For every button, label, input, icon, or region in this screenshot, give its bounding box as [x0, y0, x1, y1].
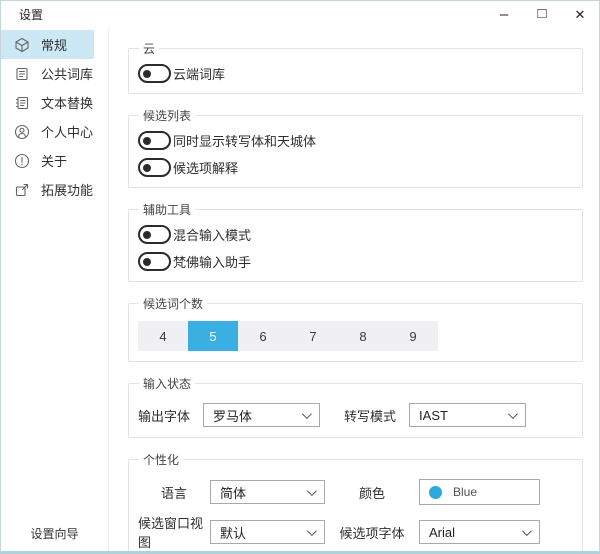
chevron-down-icon	[507, 409, 518, 420]
toggle-label: 候选项解释	[173, 161, 239, 176]
chevron-down-icon	[306, 486, 317, 497]
section-legend: 输入状态	[143, 377, 192, 391]
sidebar: 常规 公共词库 文本替换 个人中心 关于 拓展功能 设置向导	[1, 28, 109, 551]
toggle-label: 混合输入模式	[173, 228, 252, 243]
maximize-icon: □	[537, 5, 547, 22]
show-transliteration-devanagari-toggle[interactable]	[138, 131, 171, 150]
minimize-icon: –	[499, 6, 509, 23]
toggle-label: 梵佛输入助手	[173, 255, 252, 270]
cloud-dictionary-toggle[interactable]	[138, 64, 171, 83]
transliteration-mode-select[interactable]: IAST	[409, 403, 527, 427]
personalization-row: 候选窗口视图 默认 候选项字体 Arial	[138, 513, 572, 551]
sidebar-item-label: 拓展功能	[41, 183, 94, 198]
candidate-count-option[interactable]: 9	[388, 321, 438, 351]
section-legend: 个性化	[143, 453, 180, 467]
sidebar-item-label: 关于	[41, 154, 68, 169]
candidate-window-view-select[interactable]: 默认	[210, 520, 325, 544]
candidate-count-option[interactable]: 4	[138, 321, 188, 351]
language-value: 简体	[220, 485, 247, 501]
candidate-explanation-toggle[interactable]	[138, 158, 171, 177]
section-personalization: 个性化 语言 简体 颜色 Blue 候选窗口视图 默认 候选项字体 Arial	[128, 451, 583, 551]
section-candidate-count: 候选词个数 4 5 6 7 8 9	[128, 295, 583, 362]
toggle-row: 云端词库	[138, 64, 572, 83]
user-icon	[14, 124, 30, 140]
window-controls: – □ ✕	[485, 1, 599, 28]
cube-icon	[14, 37, 30, 53]
output-font-value: 罗马体	[213, 408, 253, 424]
toggle-row: 同时显示转写体和天城体	[138, 131, 572, 150]
section-cloud: 云 云端词库	[128, 40, 583, 94]
settings-window: 设置 – □ ✕ 常规 公共词库 文本替换 个人中心 关于 拓展功能 设置向导 …	[0, 0, 600, 554]
dictionary-icon	[14, 66, 30, 82]
language-select[interactable]: 简体	[210, 480, 325, 504]
transliteration-mode-label: 转写模式	[344, 408, 397, 424]
sidebar-item-public-dictionary[interactable]: 公共词库	[1, 59, 94, 88]
personalization-row: 语言 简体 颜色 Blue	[138, 479, 572, 505]
sidebar-item-text-replace[interactable]: 文本替换	[1, 88, 94, 117]
sidebar-item-personal-center[interactable]: 个人中心	[1, 117, 94, 146]
sidebar-item-label: 个人中心	[41, 125, 94, 140]
candidate-count-option-selected[interactable]: 5	[188, 321, 238, 351]
chevron-down-icon	[521, 526, 532, 537]
color-swatch-blue-icon	[429, 485, 442, 499]
candidate-font-label: 候选项字体	[339, 525, 405, 541]
language-label: 语言	[160, 485, 187, 501]
section-legend: 辅助工具	[143, 203, 192, 217]
candidate-count-segmented-control: 4 5 6 7 8 9	[138, 321, 438, 351]
window-title: 设置	[19, 8, 44, 22]
candidate-count-option[interactable]: 7	[288, 321, 338, 351]
transliteration-mode-value: IAST	[419, 407, 448, 423]
candidate-count-option[interactable]: 6	[238, 321, 288, 351]
sidebar-item-about[interactable]: 关于	[1, 146, 94, 175]
toggle-label: 云端词库	[173, 67, 226, 82]
toggle-row: 候选项解释	[138, 158, 572, 177]
sidebar-item-general[interactable]: 常规	[1, 30, 94, 59]
text-replace-icon	[14, 95, 30, 111]
close-button[interactable]: ✕	[561, 1, 599, 28]
settings-wizard-link[interactable]: 设置向导	[1, 525, 108, 542]
output-font-select[interactable]: 罗马体	[203, 403, 321, 427]
main-area: 常规 公共词库 文本替换 个人中心 关于 拓展功能 设置向导 云 云端词库 候选…	[1, 28, 599, 551]
candidate-count-option[interactable]: 8	[338, 321, 388, 351]
close-icon: ✕	[574, 6, 586, 22]
sidebar-item-label: 文本替换	[41, 96, 94, 111]
sidebar-item-extensions[interactable]: 拓展功能	[1, 175, 94, 204]
section-legend: 云	[143, 42, 156, 56]
minimize-button[interactable]: –	[485, 1, 523, 28]
section-input-state: 输入状态 输出字体 罗马体 转写模式 IAST	[128, 375, 583, 438]
output-font-label: 输出字体	[138, 408, 191, 424]
chevron-down-icon	[306, 526, 317, 537]
external-link-icon	[14, 182, 30, 198]
color-label: 颜色	[358, 485, 385, 501]
section-legend: 候选词个数	[143, 297, 204, 311]
sanskrit-input-assistant-toggle[interactable]	[138, 252, 171, 271]
sidebar-item-label: 公共词库	[41, 67, 94, 82]
candidate-font-value: Arial	[429, 524, 456, 540]
input-state-row: 输出字体 罗马体 转写模式 IAST	[138, 403, 572, 427]
mixed-input-mode-toggle[interactable]	[138, 225, 171, 244]
toggle-label: 同时显示转写体和天城体	[173, 134, 317, 149]
toggle-row: 梵佛输入助手	[138, 252, 572, 271]
sidebar-item-label: 常规	[41, 38, 68, 53]
color-value: Blue	[453, 485, 478, 499]
candidate-window-view-label: 候选窗口视图	[138, 516, 204, 550]
titlebar: 设置 – □ ✕	[1, 1, 599, 28]
section-aux-tools: 辅助工具 混合输入模式 梵佛输入助手	[128, 201, 583, 282]
toggle-row: 混合输入模式	[138, 225, 572, 244]
color-picker[interactable]: Blue	[419, 479, 540, 505]
candidate-font-select[interactable]: Arial	[419, 520, 540, 544]
info-icon	[14, 153, 30, 169]
candidate-window-view-value: 默认	[220, 525, 247, 541]
maximize-button[interactable]: □	[523, 1, 561, 28]
section-legend: 候选列表	[143, 109, 192, 123]
section-candidate-list: 候选列表 同时显示转写体和天城体 候选项解释	[128, 107, 583, 188]
settings-content: 云 云端词库 候选列表 同时显示转写体和天城体 候选项解释 辅助工具 混合输入模…	[109, 28, 599, 551]
chevron-down-icon	[301, 409, 312, 420]
